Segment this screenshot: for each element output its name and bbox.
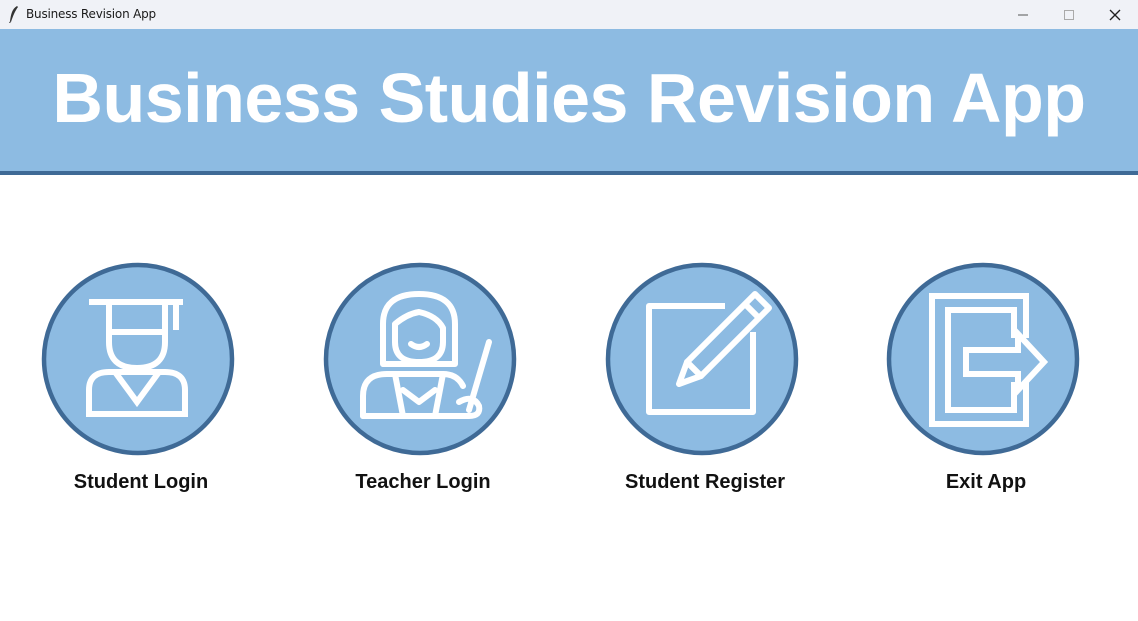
student-register-label: Student Register [624, 471, 786, 493]
header-banner: Business Studies Revision App [0, 29, 1138, 175]
student-login-label: Student Login [73, 471, 209, 493]
minimize-icon [1018, 14, 1028, 15]
graduate-icon [41, 262, 235, 456]
student-register-button[interactable]: Student Register [605, 262, 805, 502]
app-title: Business Studies Revision App [52, 59, 1086, 137]
maximize-icon [1064, 9, 1074, 20]
teacher-login-button[interactable]: Teacher Login [323, 262, 523, 502]
close-button[interactable] [1092, 0, 1138, 29]
window-titlebar[interactable]: Business Revision App [0, 0, 1138, 29]
minimize-button[interactable] [1000, 0, 1046, 29]
teacher-icon [323, 262, 517, 456]
teacher-login-label: Teacher Login [355, 471, 491, 493]
edit-icon [605, 262, 799, 456]
exit-icon [886, 262, 1080, 456]
exit-app-label: Exit App [945, 471, 1027, 493]
exit-app-button[interactable]: Exit App [886, 262, 1086, 502]
feather-icon [9, 6, 18, 23]
window-title: Business Revision App [26, 7, 156, 21]
student-login-button[interactable]: Student Login [41, 262, 241, 502]
close-icon [1109, 9, 1121, 20]
maximize-button[interactable] [1046, 0, 1092, 29]
